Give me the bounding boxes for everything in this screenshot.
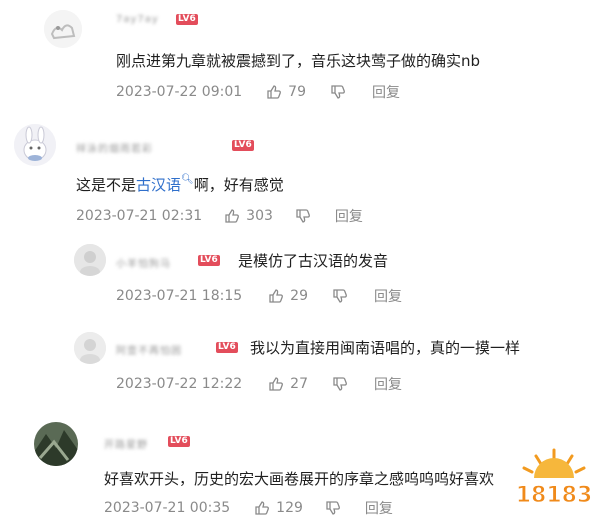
like-count: 129 xyxy=(276,500,303,516)
avatar[interactable] xyxy=(74,332,106,364)
reply-meta: 2023-07-22 12:22 27 回复 xyxy=(116,374,402,394)
dislike-button[interactable] xyxy=(330,84,346,100)
username[interactable]: 7ay7ay xyxy=(116,14,159,25)
timestamp: 2023-07-21 00:35 xyxy=(104,500,231,516)
avatar-image xyxy=(44,10,82,48)
thumbs-up-icon xyxy=(269,289,284,303)
avatar-image xyxy=(74,332,106,364)
comment-meta: 2023-07-22 09:01 79 回复 xyxy=(116,82,400,102)
reply-meta: 2023-07-21 18:15 29 回复 xyxy=(116,286,402,306)
comment-meta: 2023-07-21 00:35 129 回复 xyxy=(104,498,393,518)
reply-button[interactable]: 回复 xyxy=(374,286,402,306)
thumbs-up-icon xyxy=(267,85,282,99)
thumbs-up-icon xyxy=(269,377,284,391)
dislike-button[interactable] xyxy=(332,288,348,304)
search-icon[interactable]: 🔍︎ xyxy=(181,174,194,185)
reply-text: 我以为直接用闽南语唱的，真的一摸一样 xyxy=(250,339,521,357)
avatar[interactable] xyxy=(34,422,78,466)
username[interactable]: 开路星野 xyxy=(104,436,148,451)
thumbs-down-icon xyxy=(296,209,310,223)
avatar[interactable] xyxy=(74,244,106,276)
username[interactable]: 阿壹不再怕困 xyxy=(116,342,182,357)
text-after: 啊，好有感觉 xyxy=(193,176,284,194)
like-count: 79 xyxy=(288,84,306,100)
thumbs-down-icon xyxy=(331,85,345,99)
comment-meta: 2023-07-21 02:31 303 回复 xyxy=(76,206,363,226)
avatar-image xyxy=(74,244,106,276)
username[interactable]: 祥泳的烟雨若彩 xyxy=(76,140,153,155)
like-button[interactable]: 79 xyxy=(266,84,306,100)
reply-button[interactable]: 回复 xyxy=(365,498,393,518)
comment-text: 刚点进第九章就被震撼到了，音乐这块莺子做的确实nb xyxy=(116,52,481,70)
site-logo: 18183 xyxy=(508,444,600,518)
timestamp: 2023-07-22 12:22 xyxy=(116,376,243,392)
dislike-button[interactable] xyxy=(295,208,311,224)
like-button[interactable]: 27 xyxy=(268,376,308,392)
thumbs-up-icon xyxy=(255,501,270,515)
like-count: 29 xyxy=(290,288,308,304)
timestamp: 2023-07-21 02:31 xyxy=(76,208,203,224)
timestamp: 2023-07-21 18:15 xyxy=(116,288,243,304)
like-count: 27 xyxy=(290,376,308,392)
thumbs-down-icon xyxy=(333,377,347,391)
search-link[interactable]: 古汉语 xyxy=(136,176,181,194)
reply-button[interactable]: 回复 xyxy=(335,206,363,226)
thumbs-up-icon xyxy=(225,209,240,223)
like-count: 303 xyxy=(246,208,273,224)
reply-button[interactable]: 回复 xyxy=(372,82,400,102)
avatar[interactable] xyxy=(14,124,56,166)
reply-text: 是模仿了古汉语的发音 xyxy=(238,252,389,270)
level-badge: LV6 xyxy=(198,255,220,266)
level-badge: LV6 xyxy=(232,140,254,151)
thumbs-down-icon xyxy=(333,289,347,303)
reply-button[interactable]: 回复 xyxy=(374,374,402,394)
thumbs-down-icon xyxy=(326,501,340,515)
comment-text: 好喜欢开头，历史的宏大画卷展开的序章之感呜呜呜好喜欢 xyxy=(104,470,495,488)
level-badge: LV6 xyxy=(216,342,238,353)
sun-logo-icon: 18183 xyxy=(515,448,593,509)
dislike-button[interactable] xyxy=(325,500,341,516)
logo-text: 18183 xyxy=(516,483,593,508)
level-badge: LV6 xyxy=(176,14,198,25)
like-button[interactable]: 303 xyxy=(224,208,273,224)
text-before: 这是不是 xyxy=(76,176,137,194)
like-button[interactable]: 29 xyxy=(268,288,308,304)
like-button[interactable]: 129 xyxy=(254,500,303,516)
comment-text: 这是不是古汉语🔍︎啊，好有感觉 xyxy=(76,174,284,195)
avatar-image xyxy=(34,422,78,466)
level-badge: LV6 xyxy=(168,436,190,447)
timestamp: 2023-07-22 09:01 xyxy=(116,84,243,100)
avatar-image xyxy=(14,124,56,166)
dislike-button[interactable] xyxy=(332,376,348,392)
avatar[interactable] xyxy=(44,10,82,48)
username[interactable]: 小羊怕狗马 xyxy=(116,255,171,270)
